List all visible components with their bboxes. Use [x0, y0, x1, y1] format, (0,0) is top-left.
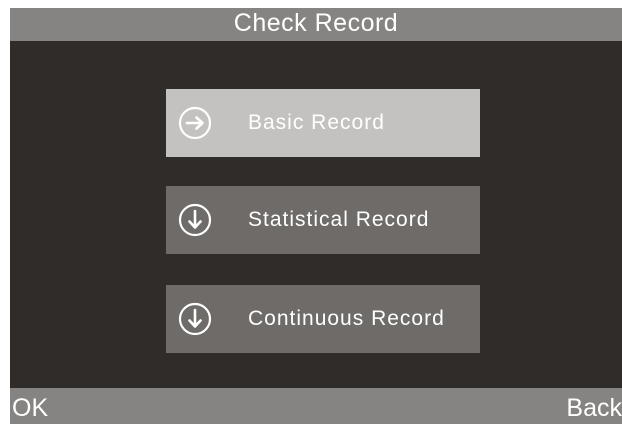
menu-item-label: Basic Record: [248, 111, 385, 134]
back-softkey[interactable]: Back: [566, 393, 622, 423]
menu-item-statistical-record[interactable]: Statistical Record: [166, 186, 480, 254]
ok-softkey[interactable]: OK: [12, 393, 48, 423]
softkey-bar: OK Back: [10, 388, 622, 424]
menu-item-label: Continuous Record: [248, 307, 445, 330]
arrow-down-circle-icon: [178, 302, 212, 336]
page-title: Check Record: [10, 8, 622, 41]
menu-item-label: Statistical Record: [248, 208, 430, 231]
arrow-down-circle-icon: [178, 203, 212, 237]
menu-item-continuous-record[interactable]: Continuous Record: [166, 285, 480, 353]
arrow-right-circle-icon: [178, 106, 212, 140]
menu-item-basic-record[interactable]: Basic Record: [166, 89, 480, 157]
device-screen: Check Record Basic Record Statistical Re…: [10, 8, 622, 424]
